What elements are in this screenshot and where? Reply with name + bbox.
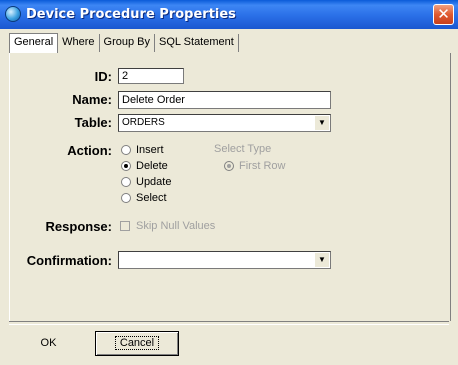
- chevron-down-icon[interactable]: ▼: [315, 253, 329, 267]
- tab-general[interactable]: General: [9, 33, 59, 53]
- cancel-button[interactable]: Cancel: [95, 331, 179, 356]
- radio-icon: [121, 193, 131, 203]
- skip-null-values-checkbox[interactable]: Skip Null Values: [120, 220, 215, 232]
- table-label: Table:: [74, 115, 112, 130]
- tab-where[interactable]: Where: [58, 34, 100, 52]
- checkbox-icon: [120, 221, 130, 231]
- response-label: Response:: [45, 219, 112, 234]
- action-select-radio[interactable]: Select: [121, 192, 167, 204]
- app-icon: [5, 6, 21, 22]
- action-delete-radio[interactable]: Delete: [121, 160, 168, 172]
- radio-selected-icon: [121, 161, 131, 171]
- radio-icon: [121, 145, 131, 155]
- action-update-label: Update: [136, 176, 172, 188]
- table-select-value: ORDERS: [122, 117, 165, 128]
- title-bar[interactable]: Device Procedure Properties ✕: [0, 0, 458, 29]
- window-title: Device Procedure Properties: [26, 7, 236, 22]
- select-type-first-row-label: First Row: [239, 160, 286, 172]
- action-update-radio[interactable]: Update: [121, 176, 171, 188]
- tab-group-by[interactable]: Group By: [100, 34, 156, 52]
- ok-button[interactable]: OK: [11, 331, 86, 356]
- close-button[interactable]: ✕: [433, 4, 454, 25]
- chevron-down-icon[interactable]: ▼: [315, 116, 329, 130]
- name-label: Name:: [72, 92, 112, 107]
- action-select-label: Select: [136, 192, 167, 204]
- table-select[interactable]: ORDERS ▼: [118, 114, 331, 132]
- radio-icon: [121, 177, 131, 187]
- cancel-button-label: Cancel: [114, 336, 160, 350]
- select-type-label: Select Type: [214, 143, 272, 155]
- tab-sql-statement[interactable]: SQL Statement: [155, 34, 239, 52]
- tab-strip: General Where Group By SQL Statement: [9, 33, 239, 54]
- confirmation-label: Confirmation:: [26, 253, 112, 268]
- skip-null-values-label: Skip Null Values: [136, 220, 216, 232]
- confirmation-select[interactable]: ▼: [118, 251, 331, 269]
- close-icon: ✕: [437, 5, 450, 23]
- id-label: ID:: [94, 69, 112, 84]
- action-delete-label: Delete: [136, 160, 168, 172]
- id-field[interactable]: 2: [118, 68, 184, 84]
- action-insert-radio[interactable]: Insert: [121, 144, 164, 156]
- button-divider: [9, 321, 449, 325]
- action-insert-label: Insert: [136, 144, 164, 156]
- action-label: Action:: [67, 143, 112, 158]
- name-field[interactable]: Delete Order: [118, 91, 331, 109]
- select-type-first-row-radio[interactable]: First Row: [224, 160, 285, 172]
- radio-disabled-icon: [224, 161, 234, 171]
